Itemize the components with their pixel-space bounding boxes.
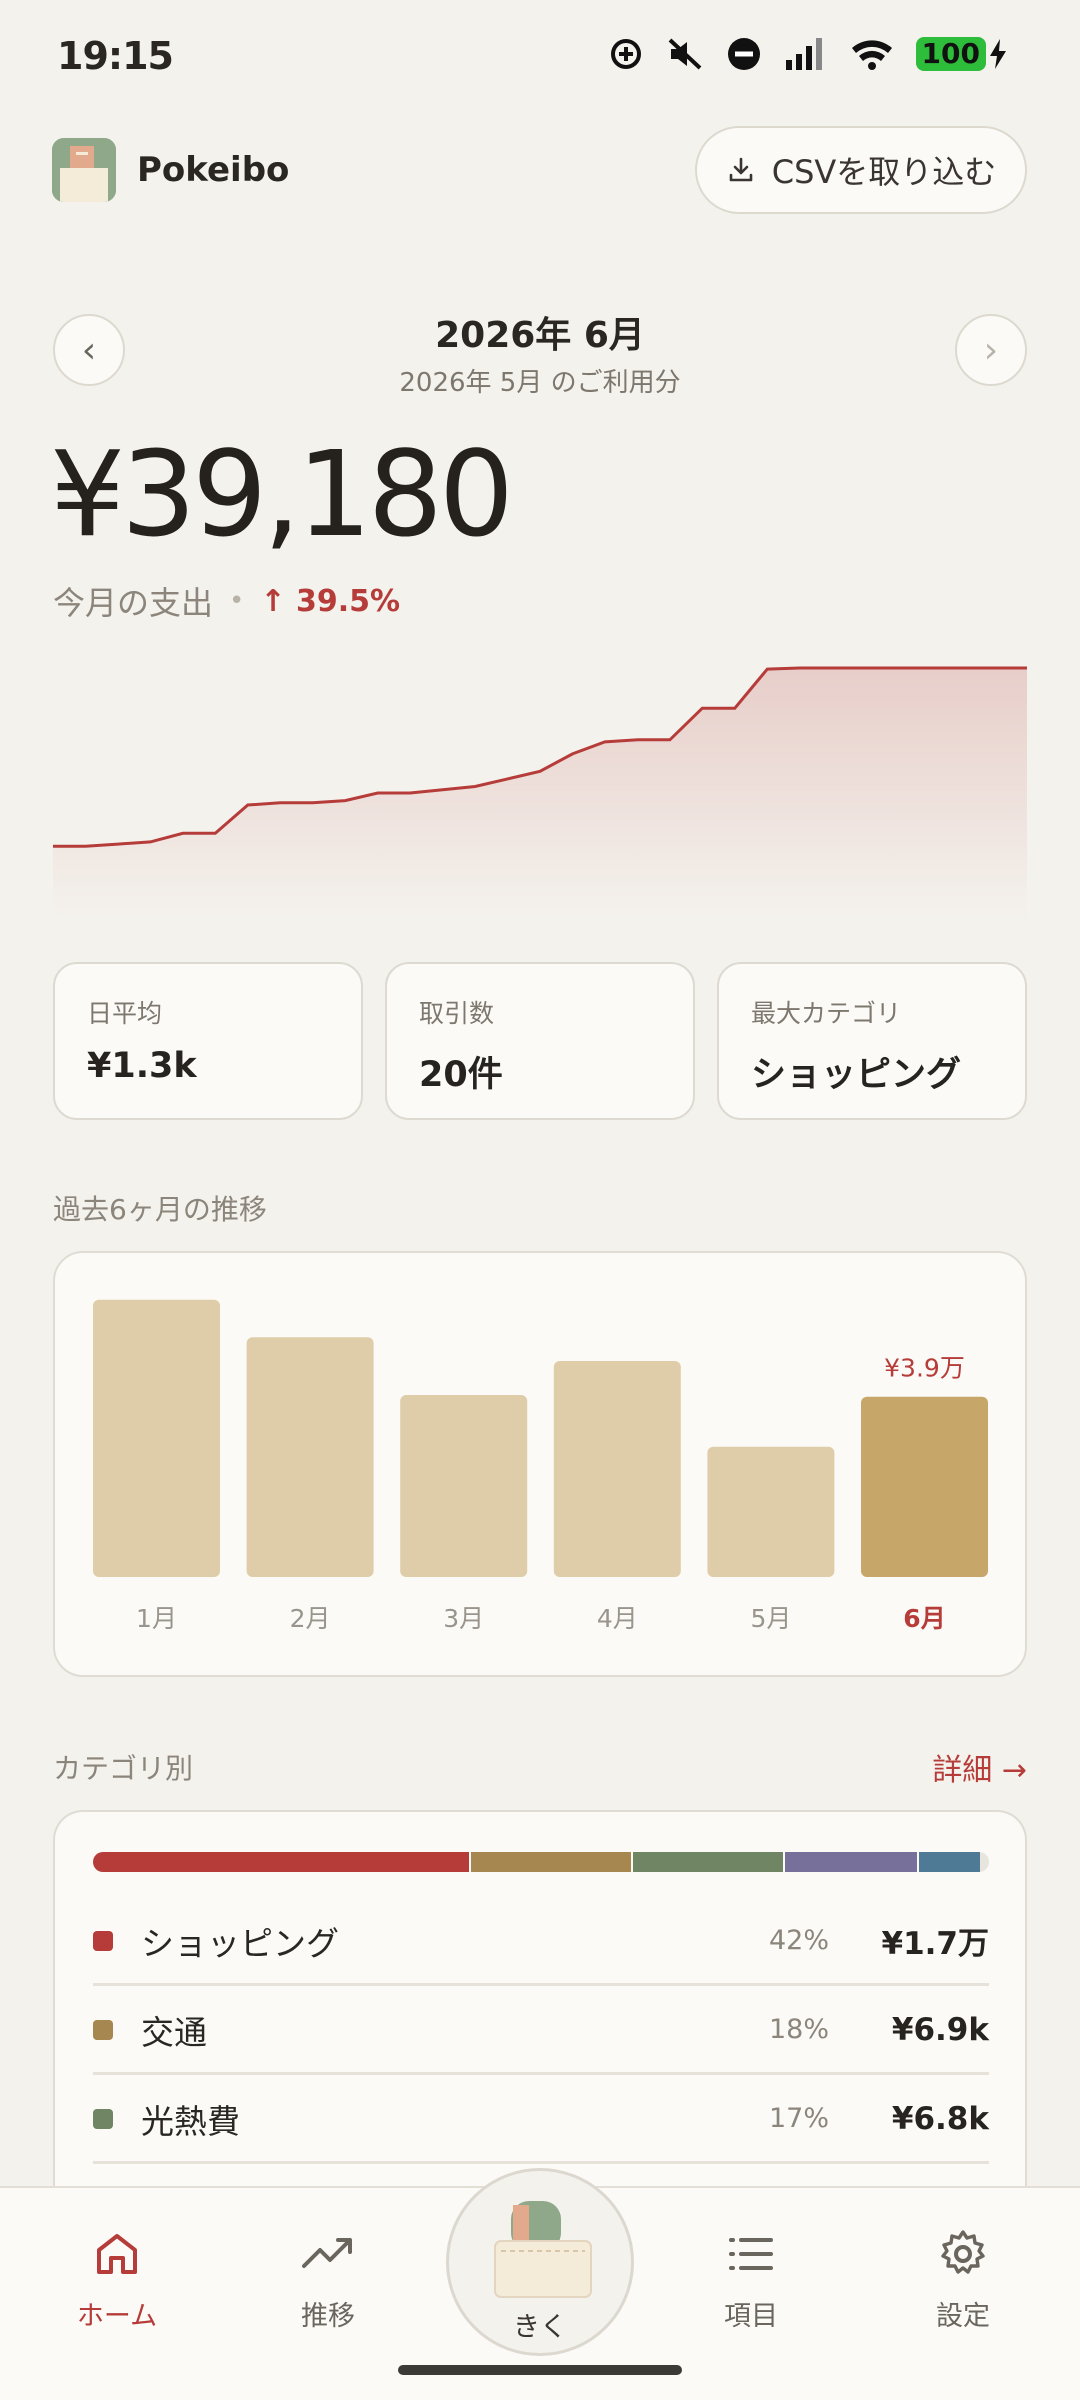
nav-trend-label: 推移: [301, 2301, 355, 2332]
separator-dot: •: [229, 586, 245, 616]
dnd-icon: [727, 38, 760, 70]
category-name: ショッピング: [141, 1923, 339, 1963]
category-row[interactable]: 交通 18% ¥6.9k: [93, 1987, 989, 2075]
category-amount: ¥1.7万: [881, 1926, 990, 1962]
trending-up-icon: [302, 2238, 352, 2268]
home-indicator: [398, 2365, 682, 2375]
status-time: 19:15: [57, 34, 174, 78]
total-amount: ¥39,180: [50, 425, 514, 563]
app-name: Pokeibo: [137, 150, 290, 190]
signal-icon: [785, 38, 822, 70]
category-detail-link[interactable]: 詳細 →: [932, 1745, 1027, 1789]
app-logo: [52, 138, 116, 202]
bar-1月[interactable]: [93, 1299, 220, 1577]
stat-value: 20件: [419, 1055, 503, 1095]
chevron-right-icon: ›: [983, 329, 999, 371]
stack-segment: [93, 1852, 470, 1872]
category-swatch: [93, 2019, 113, 2040]
category-swatch: [93, 2108, 113, 2129]
bar-label: 6月: [903, 1604, 945, 1633]
stat-value: ¥1.3k: [87, 1046, 197, 1086]
import-csv-button[interactable]: CSVを取り込む: [695, 126, 1027, 214]
monthly-bar-chart[interactable]: 1月 2月 3月 4月 5月 6月 ¥3.9万: [53, 1251, 1027, 1677]
bar-3月[interactable]: [400, 1394, 528, 1577]
cumulative-spend-chart: [53, 666, 1027, 920]
stat-label: 日平均: [87, 999, 163, 1028]
battery-icon: 100: [915, 37, 986, 71]
next-month-button[interactable]: ›: [955, 314, 1027, 386]
bar-label: 1月: [136, 1604, 177, 1633]
category-percent: 42%: [768, 1925, 829, 1956]
nav-settings[interactable]: 設定: [893, 2228, 1033, 2333]
ask-label: きく: [513, 2312, 567, 2343]
stack-segment: [630, 1852, 783, 1872]
total-label: 今月の支出: [53, 584, 214, 622]
charging-icon: [990, 39, 1006, 69]
bar-label: 2月: [290, 1604, 331, 1633]
trend-title: 過去6ヶ月の推移: [53, 1193, 267, 1226]
stat-transactions: 取引数 20件: [385, 962, 695, 1120]
category-percent: 17%: [768, 2103, 829, 2134]
category-name: 光熱費: [141, 2101, 240, 2141]
total-label-row: 今月の支出 • ↑ 39.5%: [53, 578, 400, 624]
stat-daily-average: 日平均 ¥1.3k: [53, 962, 363, 1120]
stack-segment: [469, 1852, 631, 1872]
category-row[interactable]: ショッピング 42% ¥1.7万: [93, 1898, 989, 1986]
data-saver-icon: [610, 39, 641, 69]
nav-items-label: 項目: [724, 2301, 778, 2332]
category-name: 交通: [141, 2012, 207, 2052]
month-subtitle: 2026年 5月 のご利用分: [399, 368, 681, 398]
status-icons: 100: [608, 36, 1008, 72]
wallet-icon: [494, 2201, 592, 2298]
chart-area: [53, 668, 1027, 920]
stat-label: 最大カテゴリ: [751, 999, 902, 1028]
bar-value-label: ¥3.9万: [884, 1354, 965, 1383]
bar-chart-svg: 1月 2月 3月 4月 5月 6月 ¥3.9万: [93, 1299, 988, 1633]
category-amount: ¥6.9k: [891, 2011, 989, 2048]
category-row[interactable]: 光熱費 17% ¥6.8k: [93, 2076, 989, 2164]
list-icon: [729, 2238, 773, 2270]
bar-label: 3月: [443, 1604, 484, 1633]
bar-label: 4月: [597, 1604, 638, 1633]
month-title: 2026年 6月: [435, 315, 645, 356]
bar-label: 5月: [750, 1604, 791, 1633]
nav-home[interactable]: ホーム: [47, 2228, 187, 2333]
nav-items[interactable]: 項目: [681, 2228, 821, 2333]
home-icon: [97, 2234, 137, 2274]
stack-segment: [782, 1852, 918, 1872]
bar-4月[interactable]: [553, 1361, 681, 1577]
nav-home-label: ホーム: [76, 2301, 158, 2332]
stat-value: ショッピング: [751, 1055, 962, 1095]
category-title: カテゴリ別: [53, 1752, 194, 1785]
stat-label: 取引数: [419, 999, 495, 1028]
category-percent: 18%: [768, 2014, 829, 2045]
bar-5月[interactable]: [707, 1446, 835, 1577]
category-amount: ¥6.8k: [891, 2100, 989, 2137]
nav-trend[interactable]: 推移: [258, 2228, 398, 2333]
stat-top-category: 最大カテゴリ ショッピング: [717, 962, 1027, 1120]
change-percent: ↑ 39.5%: [260, 583, 401, 619]
bar-2月[interactable]: [246, 1337, 374, 1577]
stack-segment: [917, 1852, 980, 1872]
nav-settings-label: 設定: [936, 2301, 990, 2332]
import-csv-label: CSVを取り込む: [771, 153, 997, 191]
download-icon: [729, 157, 753, 182]
wifi-icon: [851, 40, 892, 70]
category-swatch: [93, 1930, 113, 1951]
gear-icon: [941, 2230, 985, 2274]
mute-icon: [668, 38, 701, 70]
category-stack-bar: [93, 1852, 989, 1872]
bar-6月[interactable]: [861, 1396, 988, 1577]
